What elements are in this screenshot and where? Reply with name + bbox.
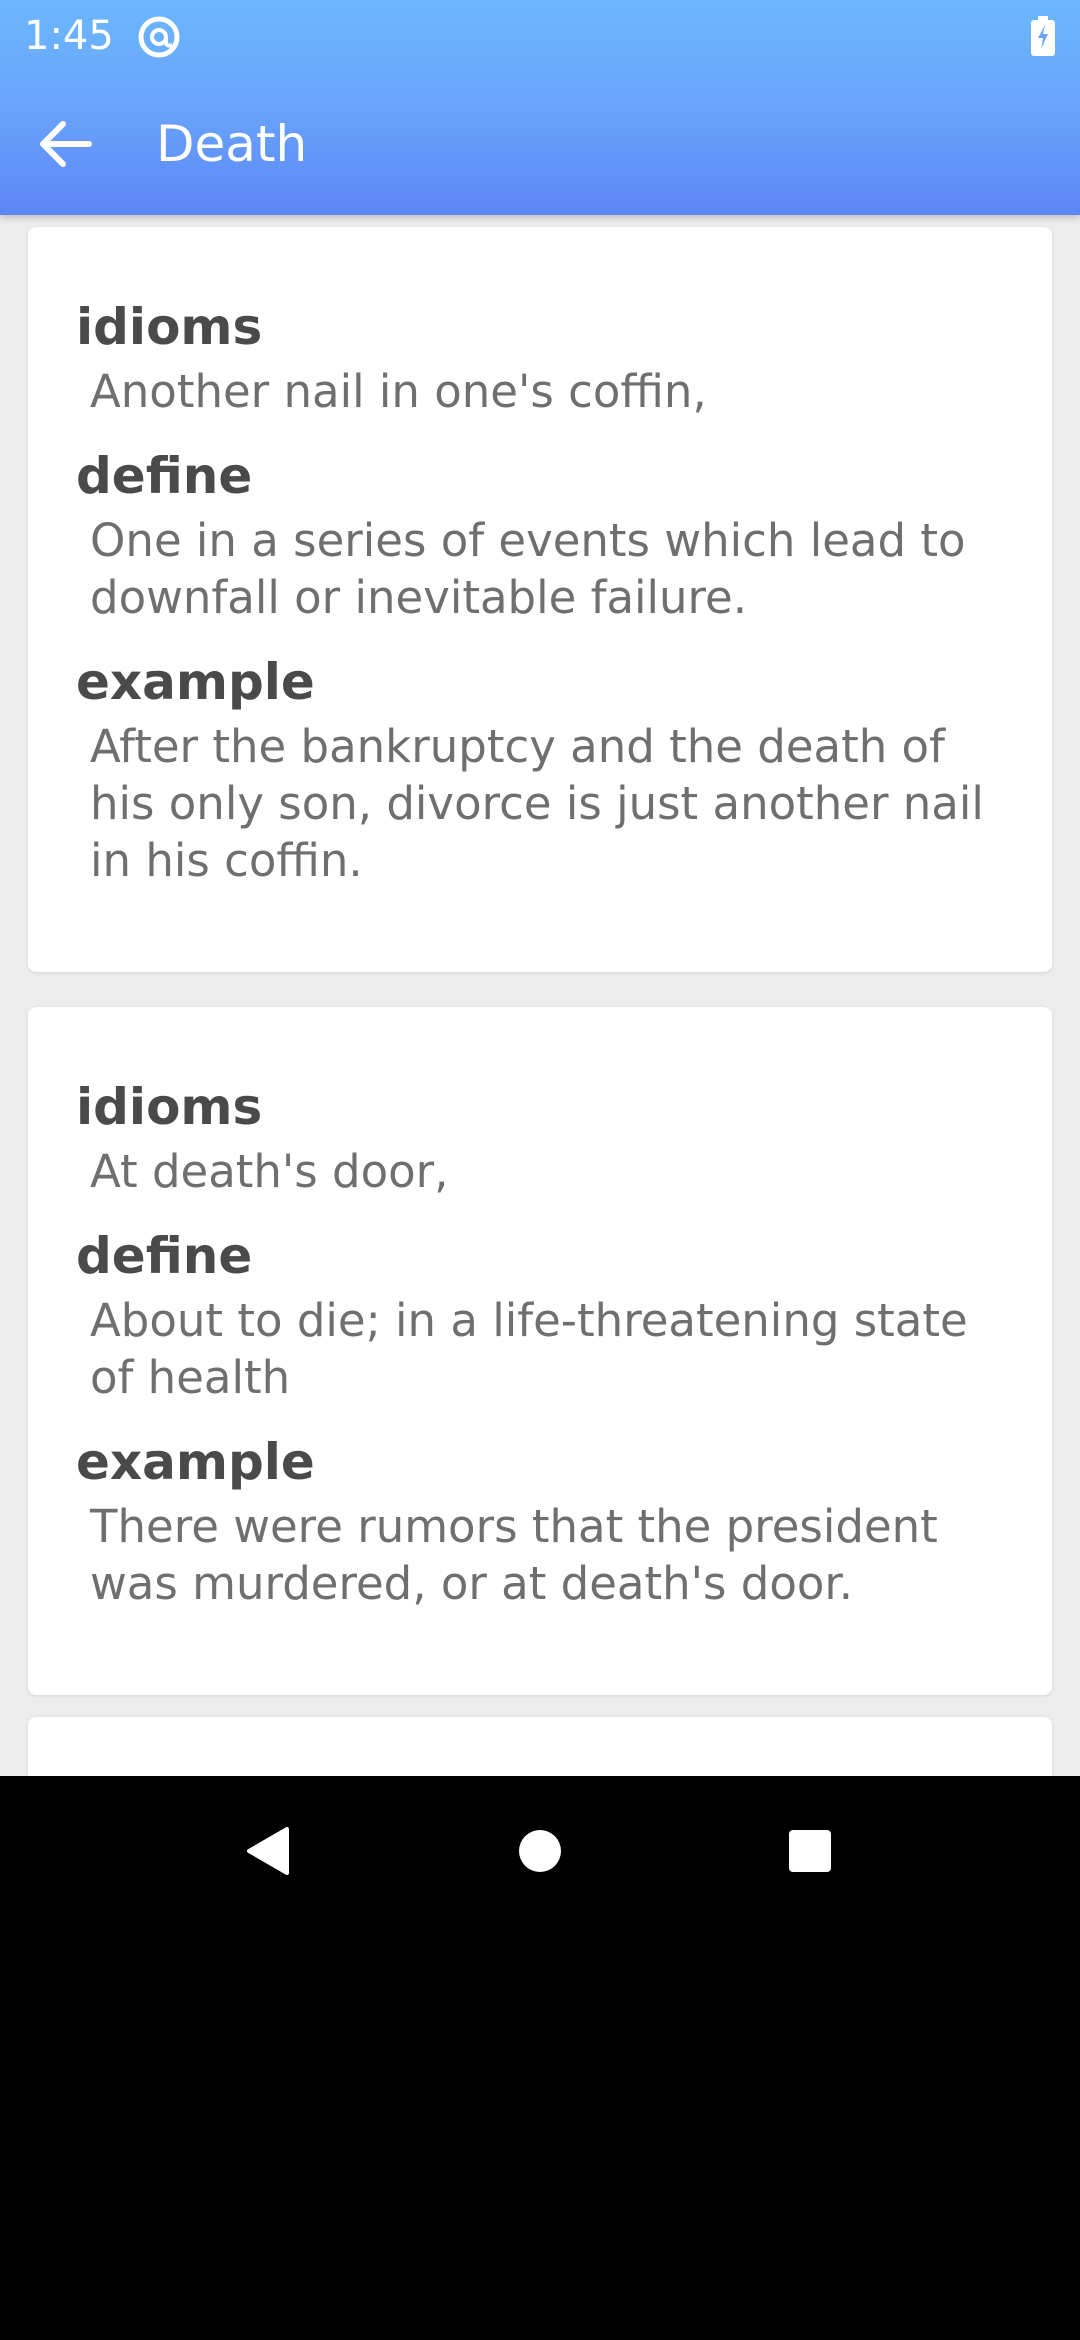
arrow-back-icon	[40, 121, 92, 167]
define-section: define One in a series of events which l…	[76, 446, 1012, 626]
navigation-bar	[0, 1776, 1080, 1926]
define-label: define	[76, 447, 253, 505]
circle-home-icon	[519, 1830, 561, 1872]
nav-back-button[interactable]	[232, 1816, 302, 1886]
define-value: One in a series of events which lead to …	[90, 514, 966, 624]
idioms-section: idioms At death's door,	[76, 1077, 1012, 1200]
idioms-label: idioms	[76, 298, 263, 356]
define-value: About to die; in a life-threatening stat…	[90, 1294, 968, 1404]
idioms-label: idioms	[76, 1078, 263, 1136]
toolbar: Death	[0, 72, 1080, 215]
example-value: There were rumors that the president was…	[90, 1500, 938, 1610]
example-value: After the bankruptcy and the death of hi…	[90, 720, 984, 887]
example-label: example	[76, 653, 315, 711]
idioms-value: Another nail in one's coffin,	[90, 365, 707, 418]
page-title: Death	[156, 115, 308, 173]
idiom-card[interactable]: idioms Another nail in one's coffin, def…	[28, 227, 1052, 972]
example-label: example	[76, 1433, 315, 1491]
nav-recents-button[interactable]	[775, 1816, 845, 1886]
nav-home-button[interactable]	[505, 1816, 575, 1886]
status-time: 1:45	[24, 13, 114, 59]
at-sign-icon	[138, 16, 180, 58]
battery-charging-icon	[1031, 16, 1055, 56]
status-bar: 1:45	[0, 0, 1080, 72]
app-bar: 1:45 Death	[0, 0, 1080, 215]
app-screen: 1:45 Death idioms Another nail in one's …	[0, 0, 1080, 1776]
back-button[interactable]	[22, 104, 108, 184]
example-section: example After the bankruptcy and the dea…	[76, 652, 1012, 889]
idioms-section: idioms Another nail in one's coffin,	[76, 297, 1012, 420]
define-label: define	[76, 1227, 253, 1285]
idiom-card[interactable]: idioms At death's door, define About to …	[28, 1007, 1052, 1695]
idioms-value: At death's door,	[90, 1145, 449, 1198]
example-section: example There were rumors that the presi…	[76, 1432, 1012, 1612]
square-recents-icon	[789, 1830, 831, 1872]
triangle-back-icon	[247, 1827, 289, 1875]
define-section: define About to die; in a life-threateni…	[76, 1226, 1012, 1406]
idiom-card-partial[interactable]	[28, 1717, 1052, 1776]
